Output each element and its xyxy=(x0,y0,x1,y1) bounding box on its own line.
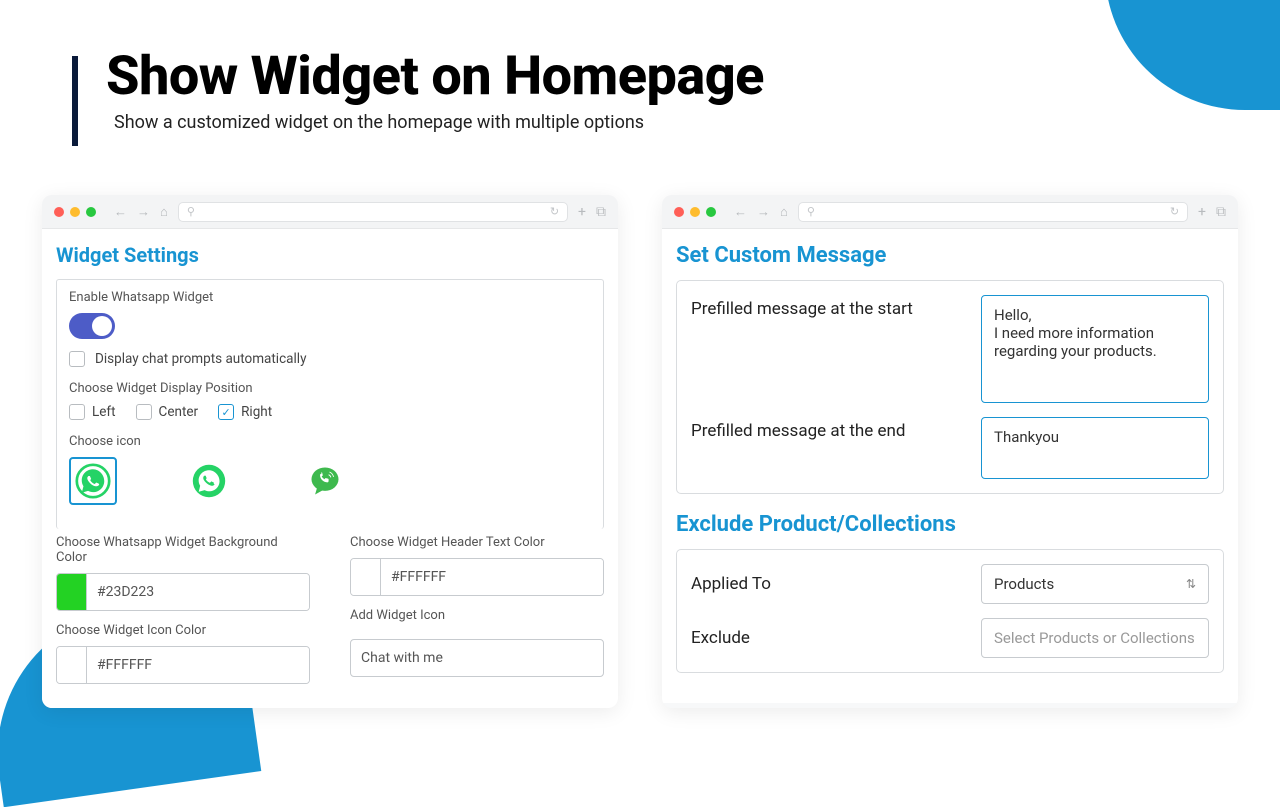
search-icon: ⚲ xyxy=(187,205,195,218)
toggle-knob-icon xyxy=(92,316,112,336)
add-icon-label: Add Widget Icon xyxy=(350,608,604,623)
position-label: Choose Widget Display Position xyxy=(69,381,591,396)
window-controls xyxy=(54,207,96,217)
chrome-right-icons: + ⧉ xyxy=(578,204,606,220)
widget-settings-content: Widget Settings Enable Whatsapp Widget D… xyxy=(42,229,618,708)
forward-icon[interactable]: → xyxy=(757,204,770,220)
exclude-select[interactable]: Select Products or Collections xyxy=(981,618,1209,658)
browser-chrome: ← → ⌂ ⚲ ↻ + ⧉ xyxy=(42,195,618,229)
icon-color-input[interactable] xyxy=(87,647,309,683)
exclude-card: Applied To Products ⇅ Exclude Select Pro… xyxy=(676,549,1224,673)
url-bar[interactable]: ⚲ ↻ xyxy=(178,202,568,222)
whatsapp-icon-option-1[interactable] xyxy=(69,457,117,505)
url-bar[interactable]: ⚲ ↻ xyxy=(798,202,1188,222)
position-right-label: Right xyxy=(241,404,272,420)
position-left-checkbox[interactable] xyxy=(69,404,85,420)
enable-label: Enable Whatsapp Widget xyxy=(69,290,591,305)
header-color-input[interactable] xyxy=(381,559,603,595)
set-custom-message-title: Set Custom Message xyxy=(676,243,1224,268)
tabs-icon[interactable]: ⧉ xyxy=(1216,204,1226,220)
add-tab-icon[interactable]: + xyxy=(578,204,586,220)
color-columns: Choose Whatsapp Widget Background Color … xyxy=(56,535,604,696)
whatsapp-icon-option-3[interactable] xyxy=(301,457,349,505)
header-color-field xyxy=(350,558,604,596)
close-dot-icon[interactable] xyxy=(674,207,684,217)
applied-to-value: Products xyxy=(994,575,1054,593)
browser-chrome: ← → ⌂ ⚲ ↻ + ⧉ xyxy=(662,195,1238,229)
home-icon[interactable]: ⌂ xyxy=(160,204,168,220)
chat-prompt-label: Display chat prompts automatically xyxy=(95,351,306,367)
whatsapp-icon xyxy=(75,463,111,499)
icon-color-field xyxy=(56,646,310,684)
exclude-title: Exclude Product/Collections xyxy=(676,512,1224,537)
add-icon-input[interactable] xyxy=(350,639,604,677)
widget-settings-title: Widget Settings xyxy=(56,243,604,267)
widget-settings-browser: ← → ⌂ ⚲ ↻ + ⧉ Widget Settings Enable Wha… xyxy=(42,195,618,708)
forward-icon[interactable]: → xyxy=(137,204,150,220)
refresh-icon[interactable]: ↻ xyxy=(1170,205,1179,218)
choose-icon-label: Choose icon xyxy=(69,434,591,449)
back-icon[interactable]: ← xyxy=(734,204,747,220)
start-message-textarea[interactable] xyxy=(981,295,1209,403)
back-icon[interactable]: ← xyxy=(114,204,127,220)
minimize-dot-icon[interactable] xyxy=(690,207,700,217)
exclude-placeholder: Select Products or Collections xyxy=(994,629,1195,647)
enable-toggle[interactable] xyxy=(69,313,115,339)
icon-color-label: Choose Widget Icon Color xyxy=(56,623,310,638)
bg-color-swatch[interactable] xyxy=(57,574,87,610)
custom-message-content: Set Custom Message Prefilled message at … xyxy=(662,229,1238,703)
decorative-blob-top-right xyxy=(1105,0,1280,110)
bg-color-field xyxy=(56,573,310,611)
nav-icons: ← → ⌂ xyxy=(114,204,168,220)
whatsapp-icon-option-2[interactable] xyxy=(185,457,233,505)
bg-color-input[interactable] xyxy=(87,574,309,610)
close-dot-icon[interactable] xyxy=(54,207,64,217)
page-header: Show Widget on Homepage Show a customize… xyxy=(72,50,764,146)
header-color-swatch[interactable] xyxy=(351,559,381,595)
end-message-label: Prefilled message at the end xyxy=(691,417,951,479)
applied-to-select[interactable]: Products ⇅ xyxy=(981,564,1209,604)
header-accent-bar xyxy=(72,56,78,146)
home-icon[interactable]: ⌂ xyxy=(780,204,788,220)
window-controls xyxy=(674,207,716,217)
maximize-dot-icon[interactable] xyxy=(706,207,716,217)
chat-prompt-checkbox[interactable] xyxy=(69,351,85,367)
phone-bubble-icon xyxy=(307,463,343,499)
chrome-right-icons: + ⧉ xyxy=(1198,204,1226,220)
position-center-label: Center xyxy=(159,404,199,420)
page-subtitle: Show a customized widget on the homepage… xyxy=(114,112,764,133)
end-message-textarea[interactable] xyxy=(981,417,1209,479)
custom-message-browser: ← → ⌂ ⚲ ↻ + ⧉ Set Custom Message Prefill… xyxy=(662,195,1238,708)
applied-to-label: Applied To xyxy=(691,574,951,594)
whatsapp-icon xyxy=(191,463,227,499)
minimize-dot-icon[interactable] xyxy=(70,207,80,217)
tabs-icon[interactable]: ⧉ xyxy=(596,204,606,220)
add-tab-icon[interactable]: + xyxy=(1198,204,1206,220)
maximize-dot-icon[interactable] xyxy=(86,207,96,217)
position-right-checkbox[interactable]: ✓ xyxy=(218,404,234,420)
header-color-label: Choose Widget Header Text Color xyxy=(350,535,604,550)
icon-color-swatch[interactable] xyxy=(57,647,87,683)
search-icon: ⚲ xyxy=(807,205,815,218)
settings-box: Enable Whatsapp Widget Display chat prom… xyxy=(56,279,604,529)
position-center-checkbox[interactable] xyxy=(136,404,152,420)
bg-color-label: Choose Whatsapp Widget Background Color xyxy=(56,535,310,565)
exclude-label: Exclude xyxy=(691,628,951,648)
page-title: Show Widget on Homepage xyxy=(106,50,764,104)
refresh-icon[interactable]: ↻ xyxy=(550,205,559,218)
nav-icons: ← → ⌂ xyxy=(734,204,788,220)
position-left-label: Left xyxy=(92,404,116,420)
panels-container: ← → ⌂ ⚲ ↻ + ⧉ Widget Settings Enable Wha… xyxy=(42,195,1238,708)
custom-message-card: Prefilled message at the start Prefilled… xyxy=(676,280,1224,494)
caret-icon: ⇅ xyxy=(1186,577,1196,591)
start-message-label: Prefilled message at the start xyxy=(691,295,951,403)
